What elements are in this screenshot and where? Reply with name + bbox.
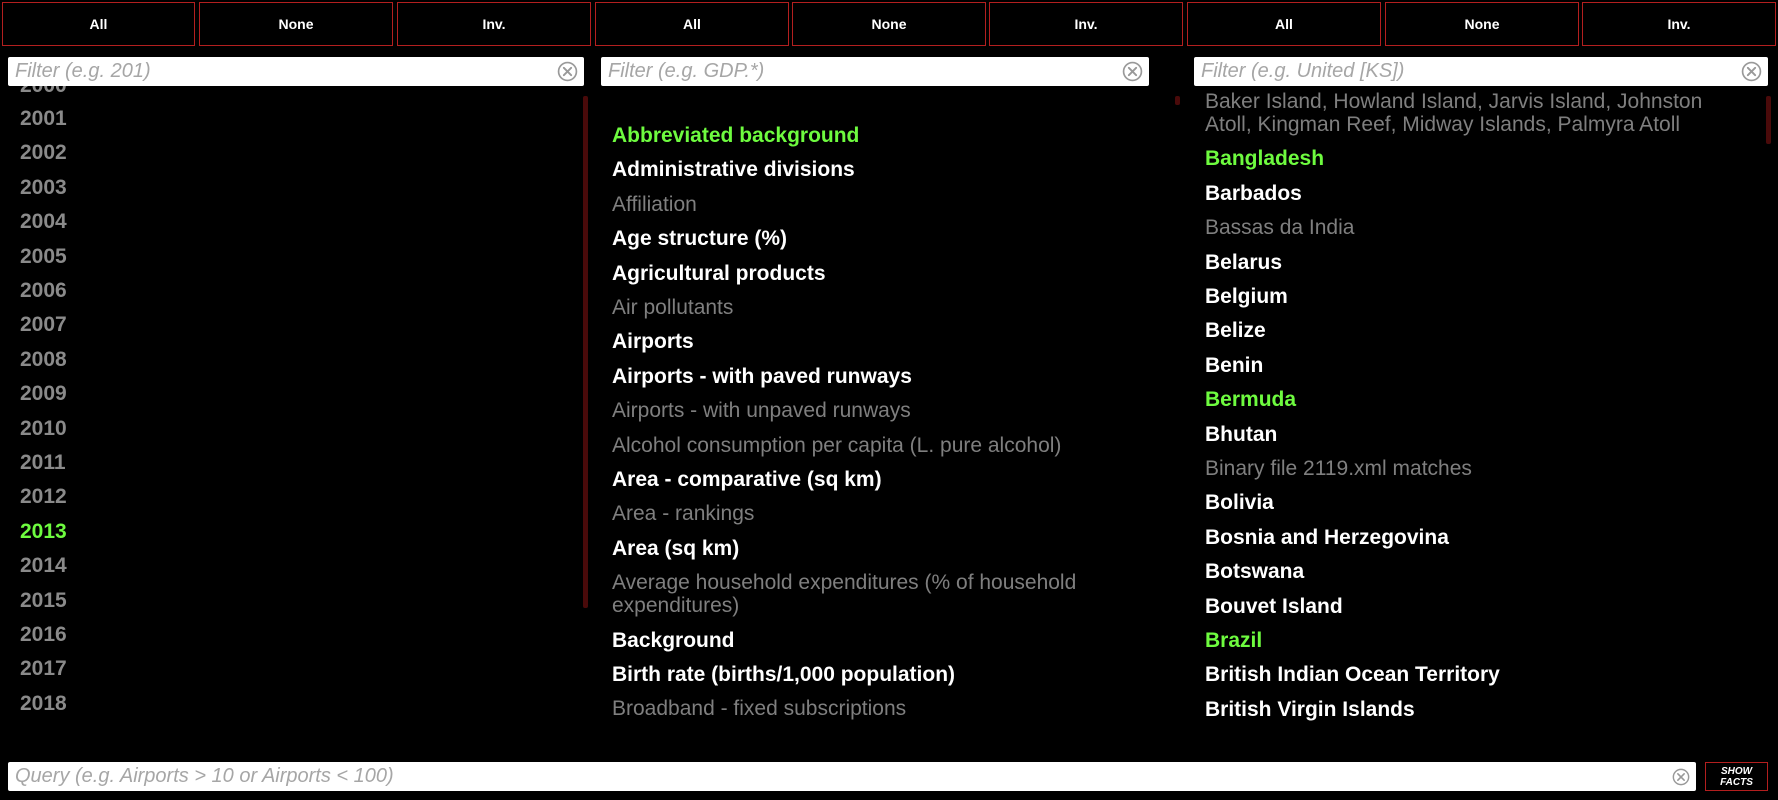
clear-icon[interactable] — [1122, 61, 1143, 82]
list-item-country[interactable]: Baker Island, Howland Island, Jarvis Isl… — [1205, 90, 1750, 136]
list-item-year[interactable]: 2017 — [20, 657, 67, 680]
list-item-field[interactable]: Area (sq km) — [612, 537, 739, 560]
list-item-country[interactable]: Bouvet Island — [1205, 595, 1343, 618]
fields-all-button[interactable]: All — [595, 2, 789, 46]
list-item-year[interactable]: 2018 — [20, 692, 67, 715]
query-bar — [8, 762, 1696, 791]
list-item-country[interactable]: Binary file 2119.xml matches — [1205, 457, 1472, 480]
selection-toolbar: All None Inv. All None Inv. All None Inv… — [0, 0, 1778, 47]
countries-none-button[interactable]: None — [1385, 2, 1579, 46]
clear-icon[interactable] — [1741, 61, 1762, 82]
list-item-country[interactable]: British Indian Ocean Territory — [1205, 663, 1500, 686]
list-item-country[interactable]: Bermuda — [1205, 388, 1296, 411]
list-item-field[interactable]: Air pollutants — [612, 296, 733, 319]
list-item-country[interactable]: Botswana — [1205, 560, 1304, 583]
list-item-field[interactable]: Average household expenditures (% of hou… — [612, 571, 1132, 617]
show-facts-label-2: FACTS — [1720, 776, 1753, 788]
years-invert-button[interactable]: Inv. — [397, 2, 591, 46]
fields-scrollbar[interactable] — [1175, 96, 1180, 105]
list-item-year[interactable]: 2015 — [20, 589, 67, 612]
list-item-country[interactable]: British Virgin Islands — [1205, 698, 1415, 721]
list-item-field[interactable]: Airports - with paved runways — [612, 365, 912, 388]
list-item-field[interactable]: Agricultural products — [612, 262, 826, 285]
fields-list: Abbreviated background Administrative div… — [612, 122, 1132, 762]
years-none-button[interactable]: None — [199, 2, 393, 46]
list-item-year[interactable]: 2012 — [20, 485, 67, 508]
fields-invert-button[interactable]: Inv. — [989, 2, 1183, 46]
list-item-field[interactable]: Administrative divisions — [612, 158, 855, 181]
list-item-year[interactable]: 2008 — [20, 348, 67, 371]
list-item-field[interactable]: Abbreviated background — [612, 124, 859, 147]
years-all-button[interactable]: All — [2, 2, 195, 46]
list-item-field[interactable]: Birth rate (births/1,000 population) — [612, 663, 955, 686]
list-item-field[interactable]: Age structure (%) — [612, 227, 787, 250]
fields-none-button[interactable]: None — [792, 2, 986, 46]
list-item-country[interactable]: Belize — [1205, 319, 1266, 342]
list-item-year[interactable]: 2007 — [20, 313, 67, 336]
list-item-year[interactable]: 2009 — [20, 382, 67, 405]
list-item-field[interactable]: Affiliation — [612, 193, 697, 216]
list-item-country[interactable]: Benin — [1205, 354, 1263, 377]
list-item-year[interactable]: 2001 — [20, 107, 67, 130]
countries-filter-input[interactable] — [1194, 57, 1768, 86]
list-item-year[interactable]: 2011 — [20, 451, 66, 474]
list-item-year[interactable]: 2013 — [20, 520, 67, 543]
fields-filter-input[interactable] — [601, 57, 1149, 86]
list-item-year[interactable]: 2006 — [20, 279, 67, 302]
list-item-year[interactable]: 2016 — [20, 623, 67, 646]
years-list: 2000 2001 2002 2003 2004 2005 2006 2007 2008 200… — [20, 76, 580, 716]
list-item-country[interactable]: Bhutan — [1205, 423, 1277, 446]
fields-filter — [601, 57, 1149, 86]
years-filter-input[interactable] — [8, 57, 584, 86]
list-item-country[interactable]: Bolivia — [1205, 491, 1274, 514]
list-item-country[interactable]: Bassas da India — [1205, 216, 1354, 239]
clear-icon[interactable] — [557, 61, 578, 82]
list-item-field[interactable]: Area - rankings — [612, 502, 754, 525]
list-item-field[interactable]: Area - comparative (sq km) — [612, 468, 882, 491]
list-item-field[interactable]: Background — [612, 629, 735, 652]
list-item-field[interactable]: Broadband - fixed subscriptions — [612, 697, 906, 720]
list-item-year[interactable]: 2014 — [20, 554, 67, 577]
list-item-country[interactable]: Belarus — [1205, 251, 1282, 274]
list-item-country[interactable]: Bangladesh — [1205, 147, 1324, 170]
years-scrollbar[interactable] — [583, 96, 588, 608]
list-item-year[interactable]: 2005 — [20, 245, 67, 268]
list-item-country[interactable]: Belgium — [1205, 285, 1288, 308]
list-item-year[interactable]: 2004 — [20, 210, 67, 233]
list-item-country[interactable]: Brazil — [1205, 629, 1262, 652]
show-facts-label-1: SHOW — [1720, 765, 1753, 777]
list-item-year[interactable]: 2003 — [20, 176, 67, 199]
countries-scrollbar[interactable] — [1766, 96, 1771, 144]
countries-all-button[interactable]: All — [1187, 2, 1381, 46]
countries-invert-button[interactable]: Inv. — [1582, 2, 1776, 46]
clear-icon[interactable] — [1672, 768, 1690, 786]
list-item-field[interactable]: Alcohol consumption per capita (L. pure … — [612, 434, 1061, 457]
list-item-field[interactable]: Airports - with unpaved runways — [612, 399, 911, 422]
list-item-country[interactable]: Bosnia and Herzegovina — [1205, 526, 1449, 549]
list-item-year[interactable]: 2010 — [20, 417, 67, 440]
countries-list: Baker Island, Howland Island, Jarvis Isl… — [1205, 90, 1750, 730]
list-item-field[interactable]: Airports — [612, 330, 694, 353]
years-filter — [8, 57, 584, 86]
show-facts-button[interactable]: SHOW FACTS — [1705, 762, 1768, 791]
countries-filter — [1194, 57, 1768, 86]
query-input[interactable] — [8, 762, 1696, 791]
list-item-country[interactable]: Barbados — [1205, 182, 1302, 205]
list-item-year[interactable]: 2002 — [20, 141, 67, 164]
